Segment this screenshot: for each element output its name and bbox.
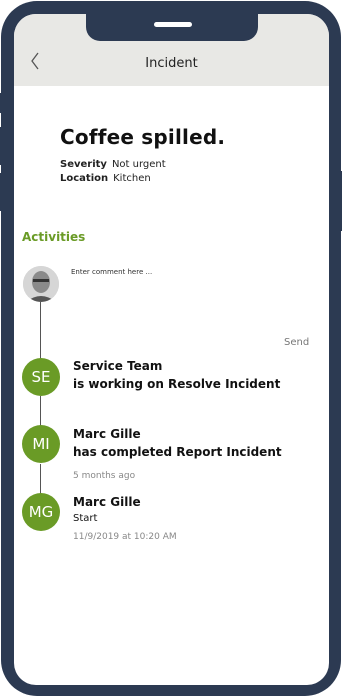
severity-row: Severity Not urgent <box>60 159 166 170</box>
activity-avatar: SE <box>22 358 60 396</box>
timeline-connector <box>40 302 41 362</box>
speaker-grille <box>154 22 192 27</box>
activity-description: is working on Resolve Incident <box>73 377 281 391</box>
phone-notch <box>86 14 258 41</box>
phone-side-button <box>0 127 2 165</box>
page-title: Incident <box>145 56 198 71</box>
location-label: Location <box>60 173 109 184</box>
activity-actor: Marc Gille <box>73 427 141 441</box>
activity-avatar: MG <box>22 493 60 531</box>
location-row: Location Kitchen <box>60 173 151 184</box>
timeline-connector <box>40 396 41 426</box>
activity-description: has completed Report Incident <box>73 445 282 459</box>
severity-value: Not urgent <box>111 159 166 170</box>
phone-frame: Incident Coffee spilled. Severity Not urg… <box>0 1 342 696</box>
activities-heading: Activities <box>22 230 86 244</box>
phone-side-button <box>0 93 2 113</box>
avatar-photo-icon <box>23 266 59 302</box>
comment-input[interactable] <box>71 262 311 282</box>
activity-actor: Marc Gille <box>73 495 141 509</box>
send-button[interactable]: Send <box>284 337 309 348</box>
activity-avatar: MI <box>22 425 60 463</box>
timeline-connector <box>40 464 41 494</box>
phone-screen: Incident Coffee spilled. Severity Not urg… <box>14 14 329 685</box>
activity-actor: Service Team <box>73 359 163 373</box>
location-value: Kitchen <box>113 173 151 184</box>
phone-side-button <box>0 173 2 211</box>
activity-description: Start <box>73 513 98 524</box>
activity-timestamp: 11/9/2019 at 10:20 AM <box>73 532 177 542</box>
incident-title: Coffee spilled. <box>60 125 226 149</box>
activity-timestamp: 5 months ago <box>73 471 136 481</box>
severity-label: Severity <box>60 159 107 170</box>
user-avatar <box>23 266 59 302</box>
